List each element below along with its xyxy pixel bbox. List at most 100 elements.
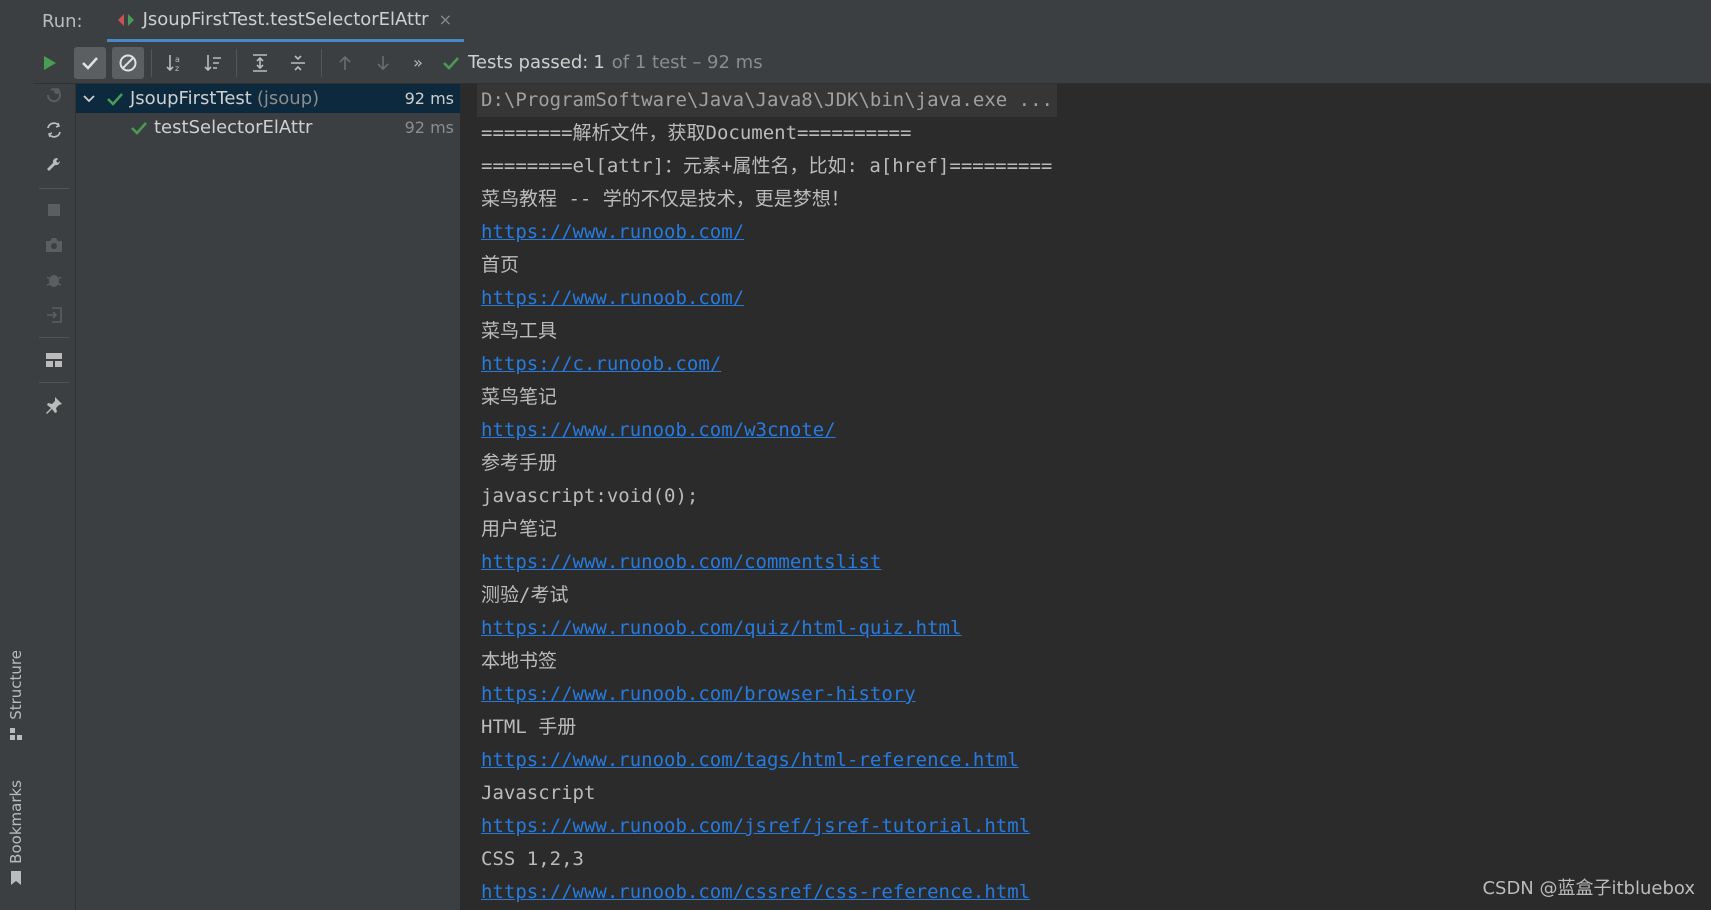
console-link[interactable]: https://www.runoob.com/quiz/html-quiz.ht… [481,612,961,645]
pass-check-icon [107,92,123,106]
test-method-duration: 92 ms [404,118,454,137]
icon-separator [39,188,69,189]
console-line: ========el[attr]：元素+属性名，比如: a[href]=====… [481,155,1053,177]
check-icon [82,56,98,70]
console-line: 菜鸟笔记 [481,386,558,408]
play-icon [44,55,56,70]
pin-icon [46,397,62,414]
tree-row-root[interactable]: JsoupFirstTest (jsoup) 92 ms [76,84,460,113]
console-line: 菜鸟教程 -- 学的不仅是技术，更是梦想！ [481,188,850,210]
show-ignored-toggle[interactable] [112,46,144,79]
show-passed-toggle[interactable] [74,46,106,79]
test-config-icon [117,13,135,27]
rerun-button[interactable] [33,47,65,79]
console-line: javascript:void(0); [481,485,699,507]
console-link[interactable]: https://www.runoob.com/w3cnote/ [481,414,836,447]
pin-tab-button[interactable] [43,394,65,416]
console-line: 本地书签 [481,650,558,672]
console-link[interactable]: https://www.runoob.com/ [481,282,744,315]
console-link[interactable]: https://www.runoob.com/browser-history [481,678,916,711]
arrow-up-icon [339,55,351,70]
settings-wrench-button[interactable] [43,154,65,176]
bookmark-icon [8,870,24,886]
toolbar-separator [236,48,237,77]
watermark-text: CSDN @蓝盒子itbluebox [1482,878,1695,899]
previous-failed-button[interactable] [329,47,361,79]
next-failed-button[interactable] [367,47,399,79]
console-line: 测验/考试 [481,584,569,606]
close-tab-icon[interactable]: × [439,10,452,29]
toolbar-separator [321,48,322,77]
test-class-name: JsoupFirstTest [130,88,252,109]
dump-threads-button[interactable] [43,234,65,256]
more-actions-button[interactable]: » [405,47,431,79]
tests-total-duration: of 1 test – 92 ms [611,52,763,73]
console-output[interactable]: D:\ProgramSoftware\Java\Java8\JDK\bin\ja… [461,84,1711,910]
console-link[interactable]: https://c.runoob.com/ [481,348,721,381]
svg-text:z: z [175,64,179,73]
console-line: ========解析文件，获取Document========== [481,122,912,144]
run-side-actions [33,84,76,910]
console-link[interactable]: https://www.runoob.com/tags/html-referen… [481,744,1019,777]
sort-duration-icon [204,54,221,71]
bookmarks-tool-tab[interactable]: Bookmarks [5,780,27,886]
expand-all-button[interactable] [244,47,276,79]
stop-button[interactable] [43,199,65,221]
console-command-line[interactable]: D:\ProgramSoftware\Java\Java8\JDK\bin\ja… [477,84,1057,117]
collapse-all-icon [291,54,305,71]
structure-tab-label: Structure [7,650,25,720]
debug-button[interactable] [43,269,65,291]
console-link[interactable]: https://www.runoob.com/jsref/jsref-tutor… [481,810,1030,843]
more-chevron-icon: » [413,53,423,72]
run-tab-title: JsoupFirstTest.testSelectorElAttr [142,9,429,30]
test-package: (jsoup) [256,88,320,109]
console-line: 首页 [481,254,520,276]
console-link[interactable]: https://www.runoob.com/ [481,216,744,249]
camera-icon [46,238,62,252]
stop-icon [48,204,60,216]
bookmarks-tab-label: Bookmarks [7,780,25,864]
rerun-failed-button[interactable] [43,84,65,106]
run-header: Run: JsoupFirstTest.testSelectorElAttr × [33,0,1711,42]
ignored-icon [119,54,137,71]
arrow-down-icon [377,55,389,70]
expand-all-icon [253,53,267,72]
exit-icon [47,307,62,323]
console-line: 用户笔记 [481,518,558,540]
run-config-tab[interactable]: JsoupFirstTest.testSelectorElAttr × [106,0,464,42]
console-line: Javascript [481,782,596,804]
console-link[interactable]: https://www.runoob.com/commentslist [481,546,881,579]
toggle-auto-test-button[interactable] [43,119,65,141]
toolbar-separator [151,48,152,77]
structure-tool-tab[interactable]: Structure [5,650,27,742]
pass-check-icon [131,121,147,135]
wrench-icon [47,157,61,171]
layout-icon [46,353,62,367]
tests-passed-label: Tests passed: [468,52,589,73]
test-method-name: testSelectorElAttr [154,117,313,138]
run-label: Run: [42,10,83,32]
console-link[interactable]: https://www.runoob.com/cssref/css-refere… [481,876,1030,909]
bug-icon [46,275,62,287]
run-toolbar: az » Tests passed: 1 of 1 test – 92 ms [33,42,1711,84]
tree-row-test[interactable]: testSelectorElAttr 92 ms [76,113,460,142]
svg-text:a: a [175,55,180,64]
rerun-failed-icon [46,88,61,103]
tests-status: Tests passed: 1 of 1 test – 92 ms [442,52,763,73]
tests-passed-count: 1 [593,52,605,73]
side-tool-strip: Structure Bookmarks [0,0,34,910]
console-line: 参考手册 [481,452,558,474]
icon-separator [39,382,69,383]
sort-by-duration-button[interactable] [197,47,229,79]
exit-button[interactable] [43,304,65,326]
console-line: 菜鸟工具 [481,320,558,342]
layout-button[interactable] [43,349,65,371]
auto-test-icon [47,122,61,138]
sort-alphabetically-button[interactable]: az [159,47,191,79]
icon-separator [39,337,69,338]
structure-icon [8,726,24,742]
console-line: HTML 手册 [481,716,577,738]
console-line: CSS 1,2,3 [481,848,584,870]
test-results-tree: JsoupFirstTest (jsoup) 92 ms testSelecto… [76,84,461,910]
collapse-all-button[interactable] [282,47,314,79]
